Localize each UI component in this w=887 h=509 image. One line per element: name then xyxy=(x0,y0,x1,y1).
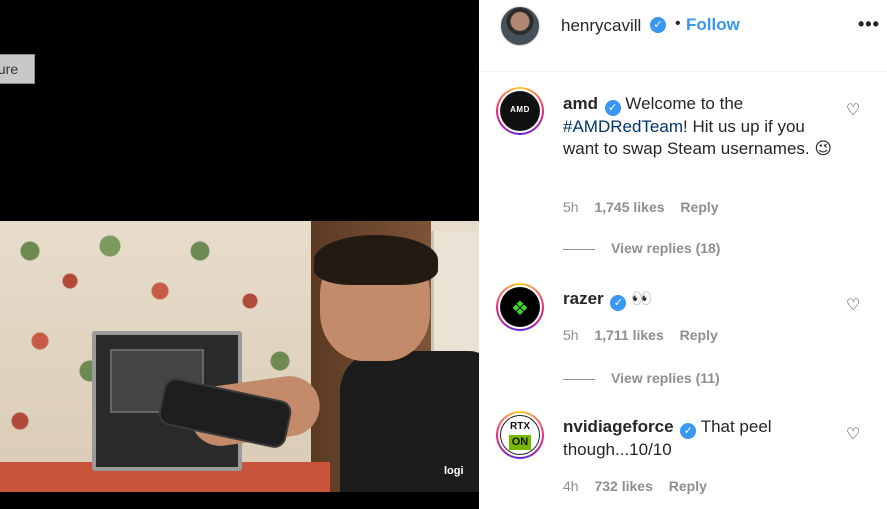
view-replies-button[interactable]: View replies (11) xyxy=(563,370,720,386)
comment-time: 5h xyxy=(563,199,579,215)
reply-button[interactable]: Reply xyxy=(680,327,718,343)
feature-tag[interactable]: ture xyxy=(0,54,35,84)
amd-avatar[interactable]: AMD xyxy=(496,87,544,135)
comment-author[interactable]: nvidiageforce xyxy=(563,417,674,436)
replies-divider xyxy=(563,248,595,250)
post-username[interactable]: henrycavill xyxy=(561,16,641,36)
comment-meta: 5h 1,711 likes Reply xyxy=(563,327,730,343)
comment-likes[interactable]: 732 likes xyxy=(594,478,652,494)
comment-meta: 4h 732 likes Reply xyxy=(563,478,719,494)
follow-button[interactable]: Follow xyxy=(686,15,740,35)
comment-likes[interactable]: 1,711 likes xyxy=(594,327,663,343)
person-hair xyxy=(314,235,438,285)
post-header: henrycavill ✓ • Follow ••• xyxy=(479,0,887,72)
avatar[interactable] xyxy=(500,6,540,46)
person xyxy=(186,235,479,492)
nvidiageforce-avatar[interactable]: RTX ON xyxy=(496,411,544,459)
comment-author[interactable]: amd xyxy=(563,94,598,113)
razer-logo-icon: ❖ xyxy=(511,298,529,320)
replies-divider xyxy=(563,378,595,380)
verified-icon: ✓ xyxy=(610,295,627,311)
verified-icon: ✓ xyxy=(680,423,697,439)
more-options-icon[interactable]: ••• xyxy=(858,14,880,35)
comments-panel: henrycavill ✓ • Follow ••• AMD amd ✓ Wel… xyxy=(479,0,887,509)
comment-text: nvidiageforce ✓ That peel though...10/10 xyxy=(563,417,772,459)
like-heart-icon[interactable]: ♡ xyxy=(846,298,860,314)
verified-icon: ✓ xyxy=(650,17,666,33)
verified-icon: ✓ xyxy=(604,100,621,116)
reply-button[interactable]: Reply xyxy=(669,478,707,494)
comment-text: amd ✓ Welcome to the #AMDRedTeam! Hit us… xyxy=(563,94,833,158)
comment-meta: 5h 1,745 likes Reply xyxy=(563,199,731,215)
comment-text: razer ✓ 👀 xyxy=(563,289,653,311)
post-photo xyxy=(0,221,479,492)
amd-logo: AMD xyxy=(510,105,530,114)
comment-time: 5h xyxy=(563,327,579,343)
comment-author[interactable]: razer xyxy=(563,289,604,308)
view-replies-button[interactable]: View replies (18) xyxy=(563,240,720,256)
hashtag-link[interactable]: #AMDRedTeam xyxy=(563,117,683,136)
comment-likes[interactable]: 1,745 likes xyxy=(594,199,664,215)
logi-watermark: logi xyxy=(444,465,464,477)
reply-button[interactable]: Reply xyxy=(680,199,718,215)
separator-dot: • xyxy=(675,15,681,32)
like-heart-icon[interactable]: ♡ xyxy=(846,427,860,443)
comment-time: 4h xyxy=(563,478,579,494)
razer-avatar[interactable]: ❖ xyxy=(496,283,544,331)
on-badge: ON xyxy=(509,435,531,450)
rtx-logo: RTX xyxy=(510,421,530,432)
post-media[interactable]: ture logi xyxy=(0,0,479,509)
like-heart-icon[interactable]: ♡ xyxy=(846,103,860,119)
